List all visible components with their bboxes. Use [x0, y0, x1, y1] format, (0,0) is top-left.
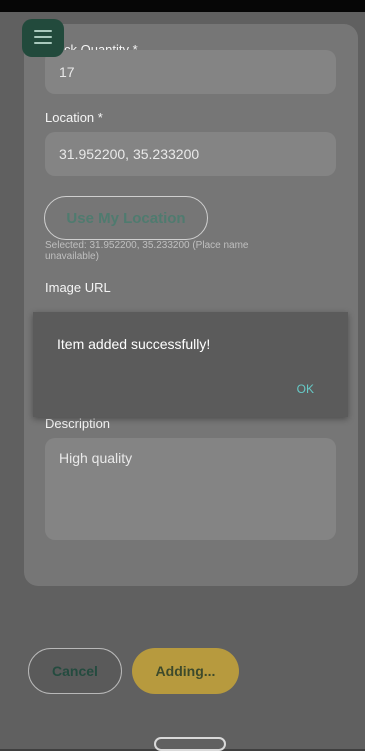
menu-button[interactable] — [22, 19, 64, 57]
description-label: Description — [45, 416, 111, 431]
hamburger-menu-icon — [34, 29, 52, 48]
dialog-message: Item added successfully! — [57, 336, 211, 352]
status-bar — [0, 0, 365, 12]
app-screen: ck Quantity * 17 Location * 31.952200, 3… — [0, 12, 365, 751]
selected-location-text: Selected: 31.952200, 35.233200 (Place na… — [45, 240, 249, 262]
location-label: Location * — [45, 110, 103, 125]
cancel-button[interactable]: Cancel — [28, 648, 122, 694]
use-my-location-button[interactable]: Use My Location — [44, 196, 208, 240]
stock-quantity-field[interactable]: 17 — [45, 50, 336, 94]
dialog-ok-button[interactable]: OK — [297, 382, 314, 396]
success-dialog: Item added successfully! OK — [33, 312, 348, 417]
location-field[interactable]: 31.952200, 35.233200 — [45, 132, 336, 176]
adding-button[interactable]: Adding... — [132, 648, 239, 694]
image-url-label: Image URL — [45, 280, 111, 295]
description-field[interactable]: High quality — [45, 438, 336, 540]
